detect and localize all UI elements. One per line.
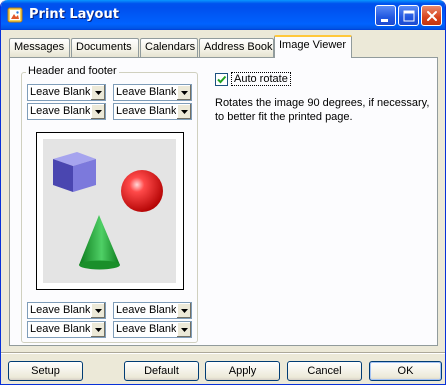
footer-right-combo[interactable]: Leave Blank xyxy=(113,302,192,319)
default-button[interactable]: Default xyxy=(124,361,199,381)
cancel-button[interactable]: Cancel xyxy=(287,361,362,381)
tab-messages[interactable]: Messages xyxy=(9,38,70,57)
header-left-combo[interactable]: Leave Blank xyxy=(27,84,106,101)
dropdown-arrow-icon[interactable] xyxy=(90,303,105,318)
tab-calendars[interactable]: Calendars xyxy=(140,38,198,57)
tab-label: Documents xyxy=(76,41,132,53)
tab-image-viewer[interactable]: Image Viewer xyxy=(274,35,352,58)
image-viewer-panel: Header and footer Leave Blank Leave Blan… xyxy=(9,57,438,346)
sphere-shape xyxy=(121,170,163,212)
combo-value: Leave Blank xyxy=(30,323,91,335)
header-right-2-combo[interactable]: Leave Blank xyxy=(113,103,192,120)
tab-label: Calendars xyxy=(145,41,196,53)
minimize-button[interactable] xyxy=(375,5,396,26)
maximize-button[interactable] xyxy=(398,5,419,26)
tab-address-book[interactable]: Address Book xyxy=(199,38,274,57)
button-label: OK xyxy=(397,365,414,377)
combo-value: Leave Blank xyxy=(30,86,91,98)
group-label: Header and footer xyxy=(26,65,119,77)
maximize-icon xyxy=(403,10,415,22)
auto-rotate-description: Rotates the image 90 degrees, if necessa… xyxy=(215,97,430,123)
cube-shape xyxy=(53,152,96,192)
app-icon xyxy=(7,7,23,23)
auto-rotate-label[interactable]: Auto rotate xyxy=(231,72,291,86)
dropdown-arrow-icon[interactable] xyxy=(90,322,105,337)
button-label: Default xyxy=(144,365,179,377)
header-right-combo[interactable]: Leave Blank xyxy=(113,84,192,101)
button-label: Cancel xyxy=(307,365,342,377)
dropdown-arrow-icon[interactable] xyxy=(176,85,191,100)
dropdown-arrow-icon[interactable] xyxy=(90,104,105,119)
minimize-icon xyxy=(381,19,388,22)
combo-value: Leave Blank xyxy=(30,105,91,117)
combo-value: Leave Blank xyxy=(116,304,177,316)
auto-rotate-checkbox[interactable] xyxy=(215,73,228,86)
combo-value: Leave Blank xyxy=(116,105,177,117)
dropdown-arrow-icon[interactable] xyxy=(90,85,105,100)
divider xyxy=(1,352,445,354)
apply-button[interactable]: Apply xyxy=(205,361,280,381)
print-layout-dialog: Print Layout Messages Documents Calendar… xyxy=(0,0,446,385)
title-bar[interactable]: Print Layout xyxy=(1,0,445,30)
close-button[interactable] xyxy=(421,5,442,26)
window-title: Print Layout xyxy=(29,7,119,22)
checkmark-icon xyxy=(217,75,227,84)
header-footer-group: Header and footer Leave Blank Leave Blan… xyxy=(21,65,198,343)
footer-left-combo[interactable]: Leave Blank xyxy=(27,302,106,319)
combo-value: Leave Blank xyxy=(30,304,91,316)
button-label: Setup xyxy=(31,365,60,377)
tab-documents[interactable]: Documents xyxy=(71,38,139,57)
button-label: Apply xyxy=(228,365,257,377)
tab-label: Image Viewer xyxy=(279,39,347,51)
combo-value: Leave Blank xyxy=(116,86,177,98)
dropdown-arrow-icon[interactable] xyxy=(176,303,191,318)
setup-button[interactable]: Setup xyxy=(8,361,83,381)
cone-shape xyxy=(79,215,120,270)
tab-label: Messages xyxy=(14,41,65,53)
tab-label: Address Book xyxy=(204,41,273,53)
preview-image xyxy=(43,139,176,283)
dropdown-arrow-icon[interactable] xyxy=(176,104,191,119)
footer-right-2-combo[interactable]: Leave Blank xyxy=(113,321,192,338)
page-preview xyxy=(36,132,184,290)
header-left-2-combo[interactable]: Leave Blank xyxy=(27,103,106,120)
combo-value: Leave Blank xyxy=(116,323,177,335)
dropdown-arrow-icon[interactable] xyxy=(176,322,191,337)
footer-left-2-combo[interactable]: Leave Blank xyxy=(27,321,106,338)
ok-button[interactable]: OK xyxy=(369,361,442,381)
close-icon xyxy=(427,11,437,21)
